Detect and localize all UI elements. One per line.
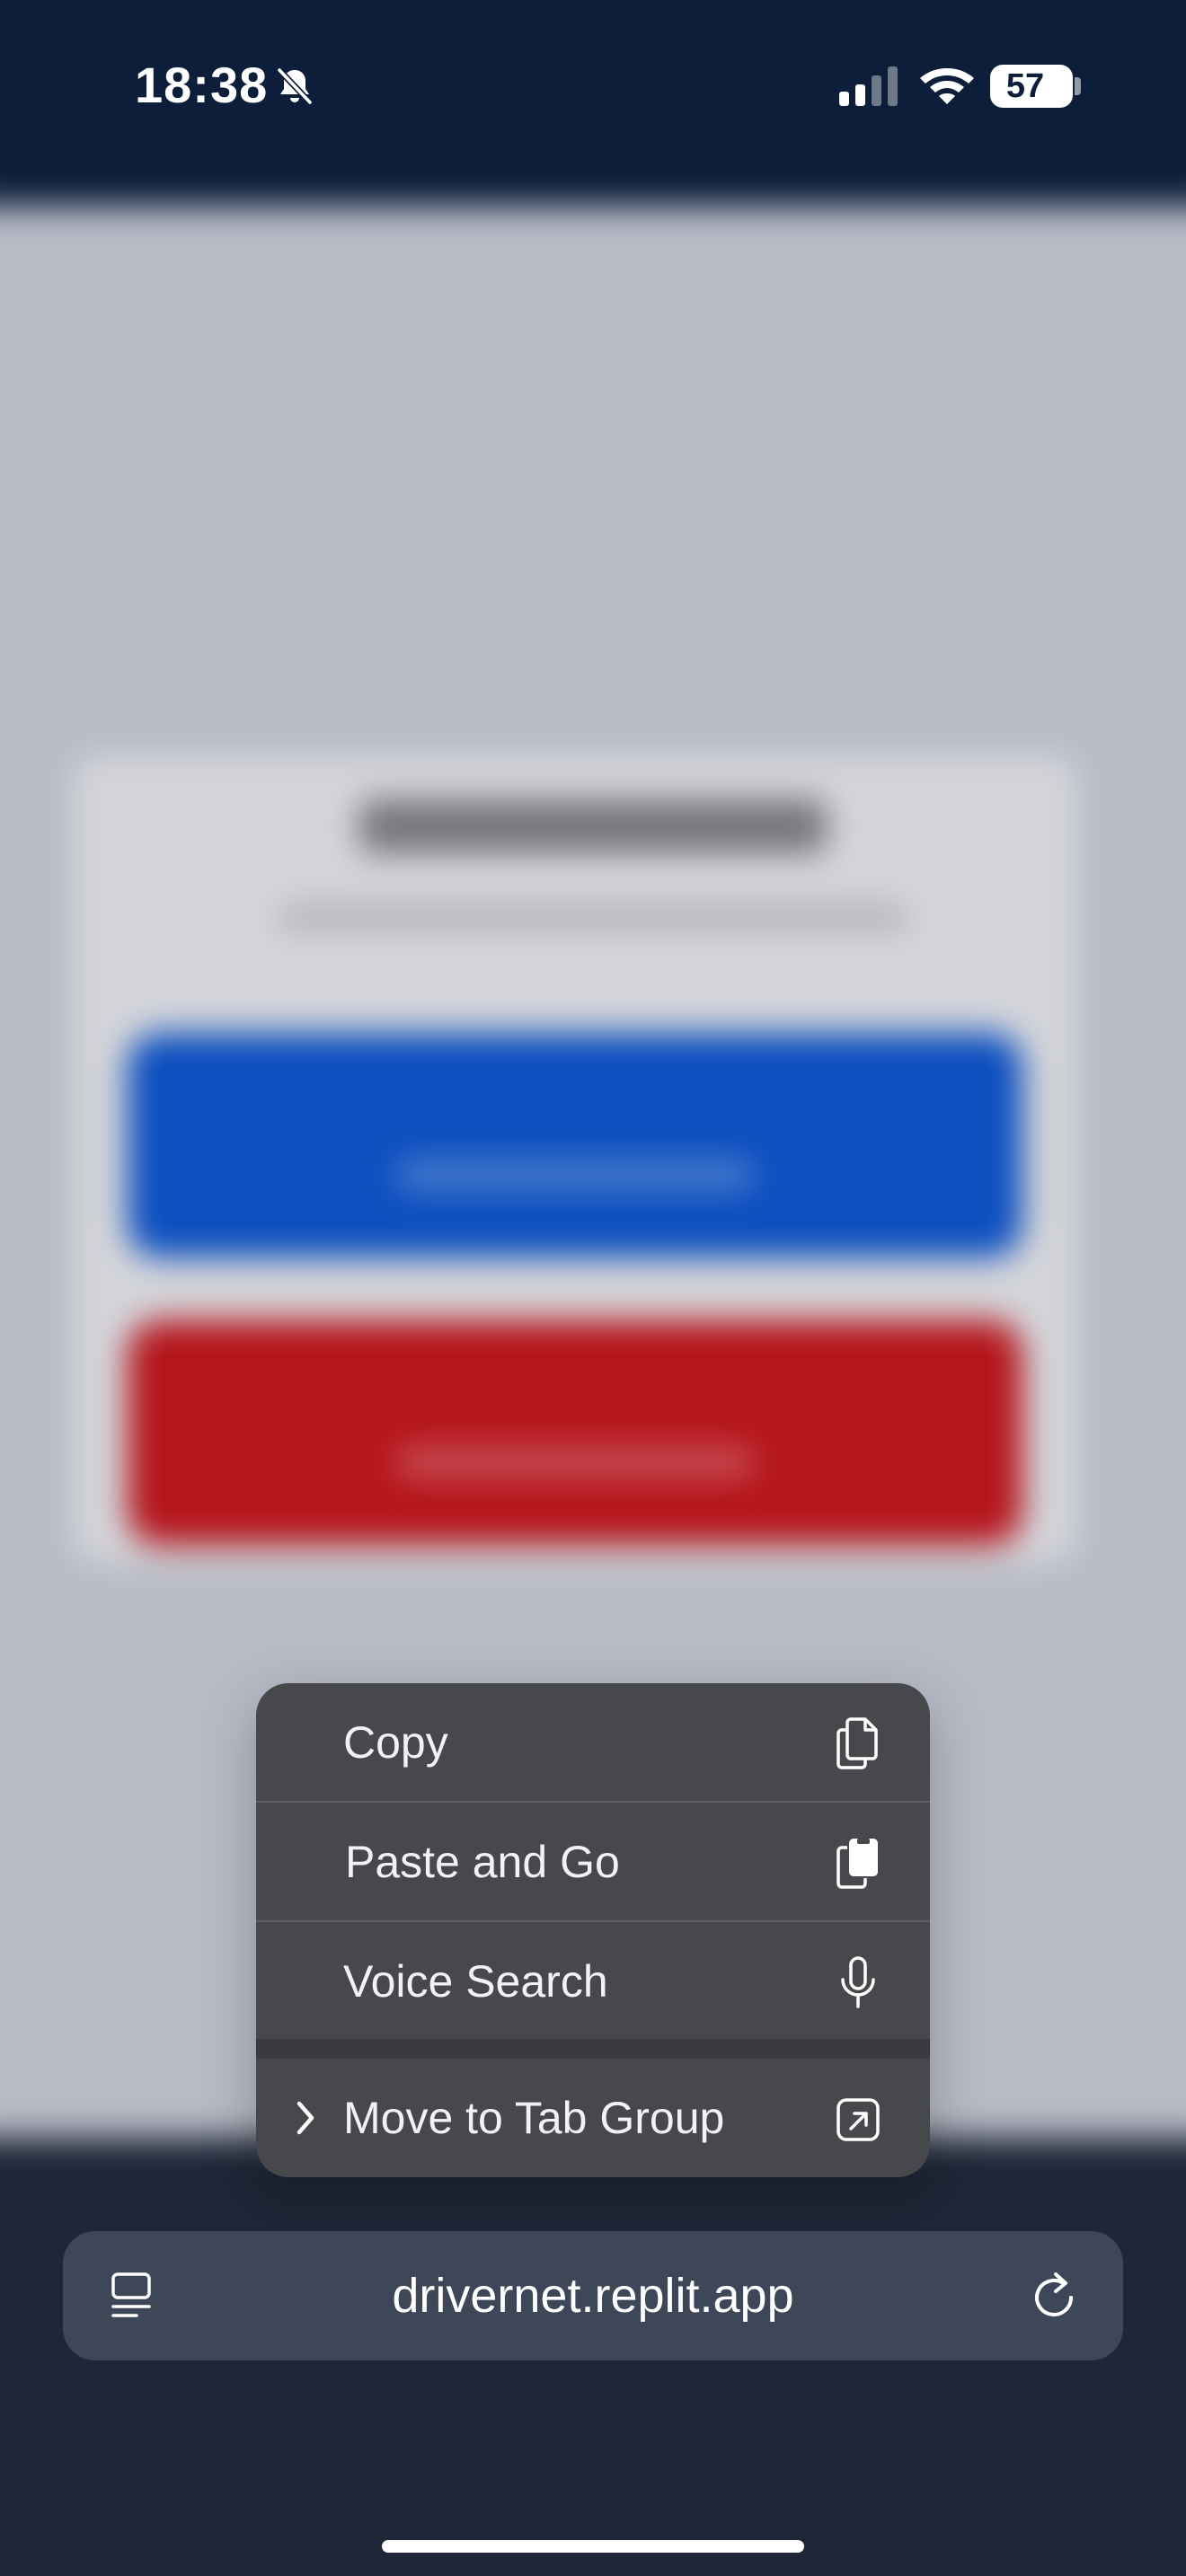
microphone-icon [841,1956,875,2008]
menu-item-label: Voice Search [343,1956,608,2007]
battery-icon: 57 [990,65,1073,108]
menu-item-label: Move to Tab Group [343,2093,725,2143]
blurred-blue-button [128,1033,1022,1257]
home-indicator[interactable] [382,2540,804,2553]
menu-item-label: Paste and Go [345,1837,620,1887]
context-menu: Copy Paste and Go Voice Search Move to T… [256,1683,930,2177]
battery-level: 57 [1005,67,1045,105]
paste-doc-icon [836,1839,878,1889]
blurred-web-page [0,0,1186,2576]
menu-item-voice-search[interactable]: Voice Search [256,1922,930,2041]
battery-nub [1075,77,1081,95]
bell-slash-icon [276,66,314,106]
url-field[interactable]: drivernet.replit.app [63,2231,1123,2360]
status-bar: 18:38 57 [0,0,1186,180]
blurred-card-subtitle [279,907,907,927]
address-bar[interactable]: drivernet.replit.app [63,2231,1123,2360]
menu-item-label: Copy [343,1717,448,1768]
wifi-icon [920,68,974,104]
reload-icon[interactable] [1026,2267,1084,2325]
blurred-red-button [128,1320,1022,1545]
menu-item-paste-and-go[interactable]: Paste and Go [256,1803,930,1921]
menu-item-move-to-tab-group[interactable]: Move to Tab Group [256,2059,930,2177]
status-time: 18:38 [135,57,269,113]
screen: 18:38 57 Copy Paste and Go Voice Search … [0,0,1186,2576]
menu-section-separator [256,2039,930,2059]
menu-item-copy[interactable]: Copy [256,1683,930,1802]
chevron-right-icon [296,2101,314,2135]
arrow-up-right-square-icon [836,2098,880,2141]
copy-doc-icon [836,1717,878,1769]
cellular-signal-icon [839,66,898,106]
blurred-card-title [359,799,827,853]
